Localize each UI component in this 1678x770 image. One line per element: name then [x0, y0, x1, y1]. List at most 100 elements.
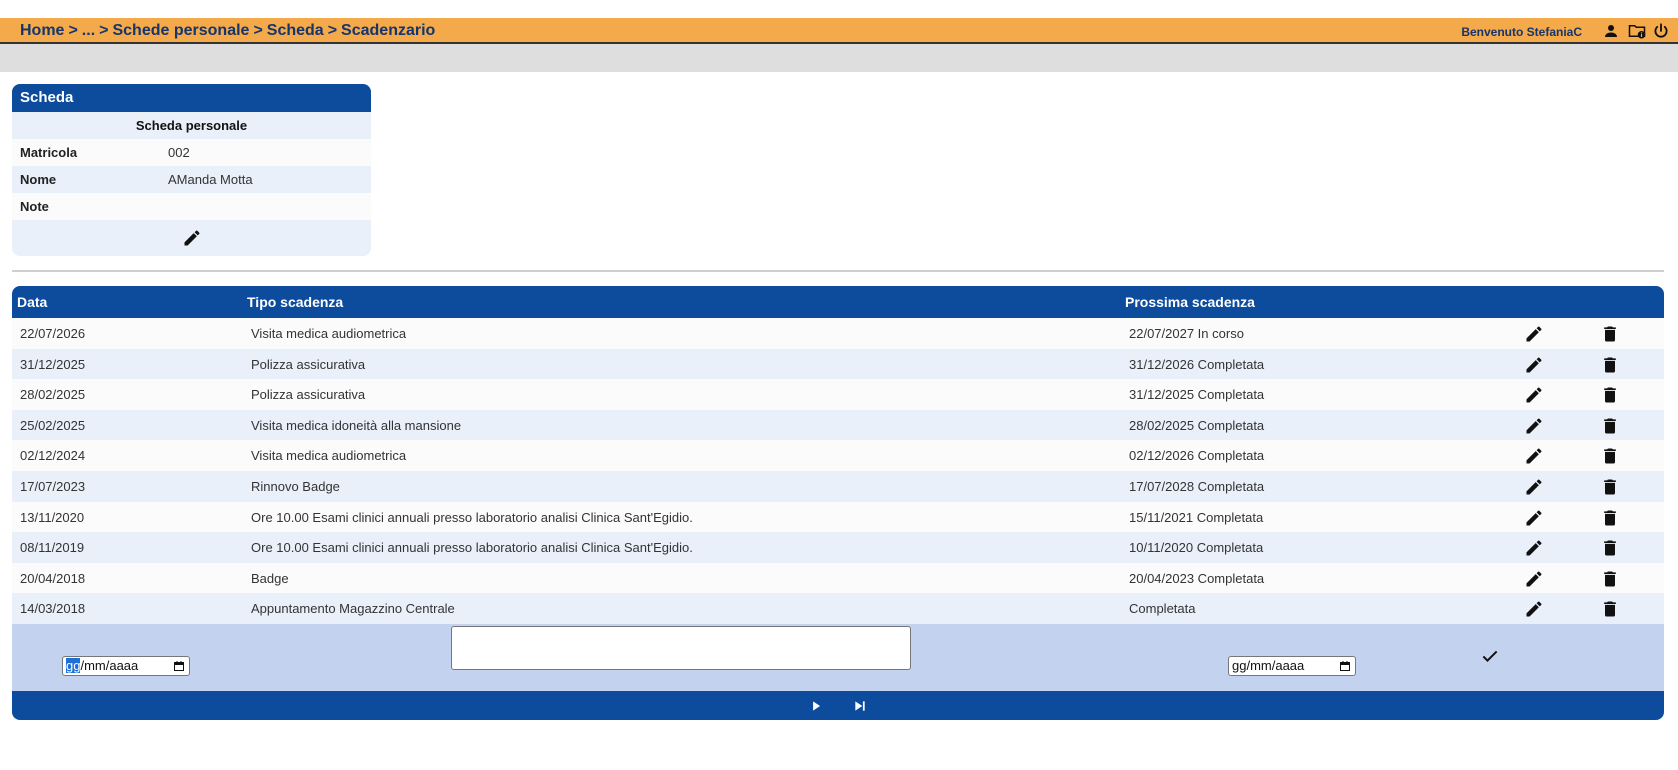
date-input-text: gg/mm/aaaa [1232, 657, 1305, 673]
table-row[interactable]: 25/02/2025 Visita medica idoneità alla ma… [12, 409, 1664, 441]
date-input-day: gg [66, 657, 81, 673]
trash-icon[interactable] [1600, 599, 1620, 619]
cell-data: 14/03/2018 [20, 601, 86, 617]
trash-icon[interactable] [1600, 538, 1620, 558]
field-note: Note [12, 193, 371, 220]
welcome-text: Benvenuto StefaniaC [1461, 25, 1582, 39]
cell-data: 22/07/2026 [20, 326, 86, 341]
table-row[interactable]: 20/04/2018 Badge 20/04/2023 Completata [12, 562, 1664, 594]
table-row[interactable]: 17/07/2023 Rinnovo Badge 17/07/2028 Comple… [12, 470, 1664, 502]
breadcrumb-separator: > [99, 22, 109, 39]
cell-tipo: Visita medica idoneità alla mansione [251, 417, 462, 433]
cell-prossima: 20/04/2023 Completata [1129, 570, 1265, 586]
col-tipo-scadenza[interactable]: Tipo scadenza [247, 294, 343, 310]
cell-tipo: Badge [251, 570, 289, 586]
cell-data: 28/02/2025 [20, 387, 86, 403]
breadcrumb-home[interactable]: Home [20, 22, 64, 39]
pencil-icon[interactable] [182, 228, 202, 248]
cell-data: 02/12/2024 [20, 448, 86, 464]
cell-prossima: 15/11/2021 Completata [1129, 509, 1264, 525]
trash-icon[interactable] [1600, 446, 1620, 466]
pencil-icon[interactable] [1524, 477, 1544, 497]
breadcrumb-ellipsis[interactable]: ... [82, 22, 95, 39]
table-header: Data Tipo scadenza Prossima scadenza [12, 286, 1664, 318]
col-prossima-scadenza[interactable]: Prossima scadenza [1125, 294, 1255, 310]
cell-tipo: Appuntamento Magazzino Centrale [251, 601, 455, 617]
trash-icon[interactable] [1600, 385, 1620, 405]
pencil-icon[interactable] [1524, 446, 1544, 466]
cell-tipo: Rinnovo Badge [251, 478, 340, 494]
scadenzario-table: Data Tipo scadenza Prossima scadenza 22/… [12, 286, 1664, 720]
calendar-icon[interactable] [173, 660, 185, 672]
pencil-icon[interactable] [1524, 508, 1544, 528]
cell-prossima: 02/12/2026 Completata [1129, 448, 1265, 464]
breadcrumb: Home >... > Schede personale > Scheda > Scadenz… [20, 22, 439, 40]
table-row[interactable]: 31/12/2025 Polizza assicurativa 31/12/2026… [12, 348, 1664, 380]
folder-info-icon[interactable] [1628, 22, 1646, 40]
breadcrumb-schede-personale[interactable]: Schede personale [112, 22, 249, 39]
last-page-icon[interactable] [852, 699, 868, 713]
table-pagination [12, 690, 1664, 720]
pencil-icon[interactable] [1524, 385, 1544, 405]
pencil-icon[interactable] [1524, 324, 1544, 344]
cell-prossima: 28/02/2025 Completata [1129, 417, 1265, 433]
cell-tipo: Ore 10.00 Esami clinici annuali presso l… [251, 540, 693, 556]
user-icon[interactable] [1602, 22, 1620, 40]
trash-icon[interactable] [1600, 355, 1620, 375]
check-icon[interactable] [1480, 646, 1500, 666]
prossima-date-input[interactable]: gg/mm/aaaa [1228, 655, 1356, 676]
cell-data: 25/02/2025 [20, 417, 86, 433]
date-input[interactable]: gg/mm/aaaa [62, 655, 190, 676]
field-label: Nome [20, 172, 57, 187]
pencil-icon[interactable] [1524, 538, 1544, 558]
col-data[interactable]: Data [17, 294, 47, 310]
cell-prossima: 22/07/2027 In corso [1129, 326, 1244, 341]
cell-data: 17/07/2023 [20, 478, 86, 494]
trash-icon[interactable] [1600, 324, 1620, 344]
cell-data: 20/04/2018 [20, 570, 86, 586]
cell-prossima: 10/11/2020 Completata [1129, 540, 1264, 556]
date-input-rest: /mm/aaaa [80, 657, 139, 673]
new-entry-row: gg/mm/aaaa gg/mm/aaaa [12, 623, 1664, 691]
scheda-actions [12, 220, 371, 256]
cell-prossima: 31/12/2025 Completata [1129, 387, 1265, 403]
pencil-icon[interactable] [1524, 416, 1544, 436]
calendar-icon[interactable] [1339, 660, 1351, 672]
field-matricola: Matricola 002 [12, 139, 371, 166]
breadcrumb-scadenzario: Scadenzario [341, 22, 436, 39]
scheda-title: Scheda [12, 84, 371, 112]
pencil-icon[interactable] [1524, 599, 1544, 619]
cell-prossima: 31/12/2026 Completata [1129, 356, 1265, 372]
cell-tipo: Visita medica audiometrica [251, 326, 407, 341]
toolbar-strip [0, 44, 1678, 72]
field-value: 002 [168, 145, 190, 160]
trash-icon[interactable] [1600, 416, 1620, 436]
table-row[interactable]: 14/03/2018 Appuntamento Magazzino Central… [12, 593, 1664, 624]
field-label: Matricola [20, 145, 78, 160]
table-row[interactable]: 02/12/2024 Visita medica audiometrica 02/1… [12, 440, 1664, 471]
scheda-subtitle: Scheda personale [12, 112, 371, 139]
breadcrumb-separator: > [327, 22, 338, 39]
table-row[interactable]: 08/11/2019 Ore 10.00 Esami clinici annual… [12, 532, 1664, 563]
table-row[interactable]: 13/11/2020 Ore 10.00 Esami clinici annual… [12, 501, 1664, 533]
trash-icon[interactable] [1600, 508, 1620, 528]
cell-data: 31/12/2025 [20, 356, 86, 372]
breadcrumb-scheda[interactable]: Scheda [267, 22, 324, 39]
tipo-scadenza-textarea[interactable] [451, 625, 911, 670]
cell-prossima: Completata [1129, 601, 1196, 617]
table-row[interactable]: 28/02/2025 Polizza assicurativa 31/12/2025… [12, 379, 1664, 410]
trash-icon[interactable] [1600, 569, 1620, 589]
cell-prossima: 17/07/2028 Completata [1129, 478, 1265, 494]
field-nome: Nome AManda Motta [12, 166, 371, 193]
cell-data: 08/11/2019 [20, 540, 85, 556]
cell-tipo: Ore 10.00 Esami clinici annuali presso l… [251, 509, 693, 525]
pencil-icon[interactable] [1524, 569, 1544, 589]
trash-icon[interactable] [1600, 477, 1620, 497]
table-row[interactable]: 22/07/2026 Visita medica audiometrica 22/0… [12, 318, 1664, 349]
pencil-icon[interactable] [1524, 355, 1544, 375]
power-icon[interactable] [1652, 22, 1670, 40]
cell-data: 13/11/2020 [20, 509, 85, 525]
breadcrumb-separator: > [253, 22, 263, 39]
top-bar: Home >... > Schede personale > Scheda > Scadenz… [0, 18, 1678, 44]
next-page-icon[interactable] [809, 699, 823, 713]
